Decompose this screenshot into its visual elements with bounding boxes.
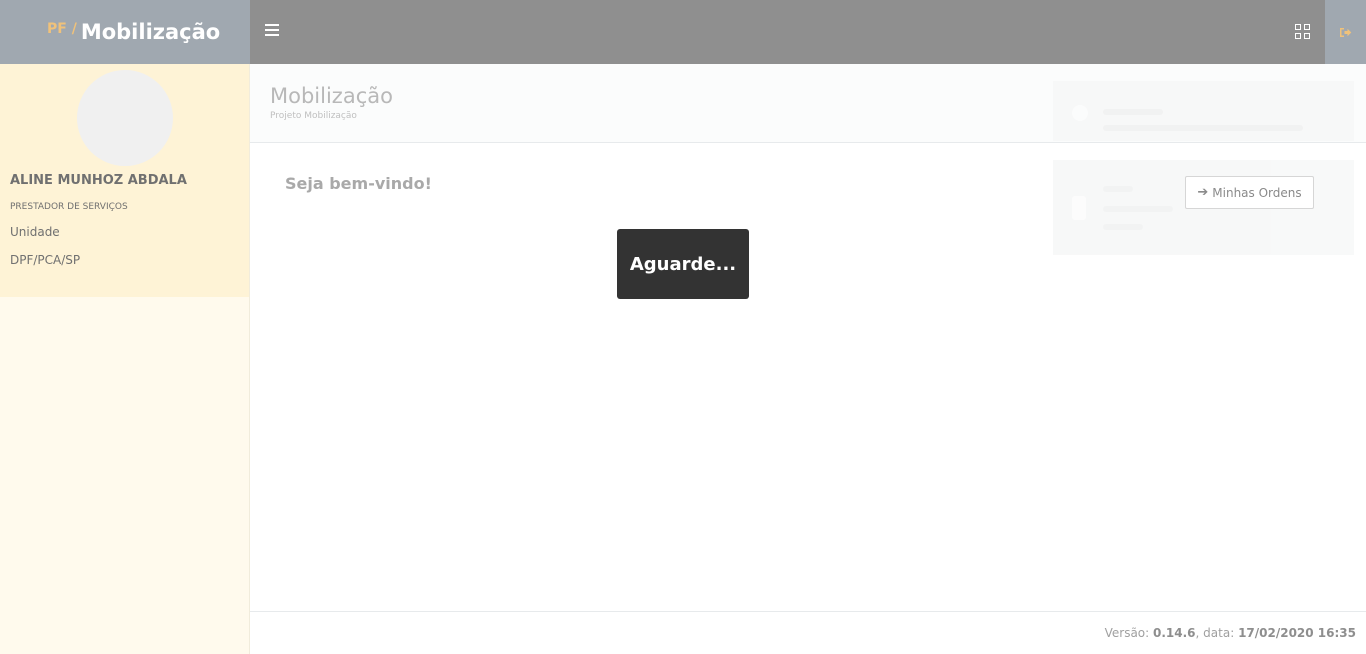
welcome-heading: Seja bem-vindo! bbox=[285, 174, 432, 193]
footer: Versão: 0.14.6, data: 17/02/2020 16:35 bbox=[250, 611, 1366, 654]
date-label: , data: bbox=[1195, 626, 1235, 640]
orders-widget-line bbox=[1103, 224, 1143, 230]
brand-title: Mobilização bbox=[80, 20, 221, 44]
loading-text: Aguarde... bbox=[629, 253, 737, 275]
brand-prefix: PF / bbox=[47, 21, 77, 37]
unit-value: DPF/PCA/SP bbox=[10, 253, 81, 267]
grid-icon[interactable] bbox=[1295, 24, 1311, 40]
loading-overlay: Aguarde... bbox=[617, 229, 749, 299]
brand[interactable]: PF / Mobilização bbox=[0, 0, 250, 64]
version-value: 0.14.6 bbox=[1153, 626, 1196, 640]
orders-widget-icon bbox=[1072, 196, 1086, 220]
footer-version: Versão: 0.14.6, data: 17/02/2020 16:35 bbox=[1105, 626, 1356, 640]
orders-widget-line bbox=[1103, 206, 1173, 212]
version-label: Versão: bbox=[1104, 626, 1150, 640]
user-role: PRESTADOR DE SERVIÇOS bbox=[10, 202, 128, 212]
info-widget bbox=[1053, 81, 1354, 141]
page-title: Mobilização bbox=[270, 84, 393, 108]
hamburger-icon[interactable] bbox=[265, 24, 279, 38]
page-subtitle: Projeto Mobilização bbox=[270, 111, 357, 121]
profile-panel: ALINE MUNHOZ ABDALA PRESTADOR DE SERVIÇO… bbox=[0, 64, 249, 297]
avatar bbox=[77, 70, 173, 166]
my-orders-button[interactable]: ➔ Minhas Ordens bbox=[1185, 176, 1314, 209]
my-orders-label: Minhas Ordens bbox=[1212, 185, 1302, 200]
info-widget-line bbox=[1103, 109, 1163, 115]
topbar bbox=[250, 0, 1325, 64]
logout-button[interactable] bbox=[1325, 0, 1366, 64]
arrow-right-icon: ➔ bbox=[1197, 185, 1209, 200]
sign-out-icon bbox=[1340, 27, 1352, 37]
info-widget-icon bbox=[1072, 105, 1088, 121]
sidebar: ALINE MUNHOZ ABDALA PRESTADOR DE SERVIÇO… bbox=[0, 64, 250, 654]
user-name: ALINE MUNHOZ ABDALA bbox=[10, 173, 187, 188]
unit-label: Unidade bbox=[10, 225, 60, 239]
info-widget-line bbox=[1103, 125, 1303, 131]
date-value: 17/02/2020 16:35 bbox=[1238, 626, 1356, 640]
orders-widget-line bbox=[1103, 186, 1133, 192]
